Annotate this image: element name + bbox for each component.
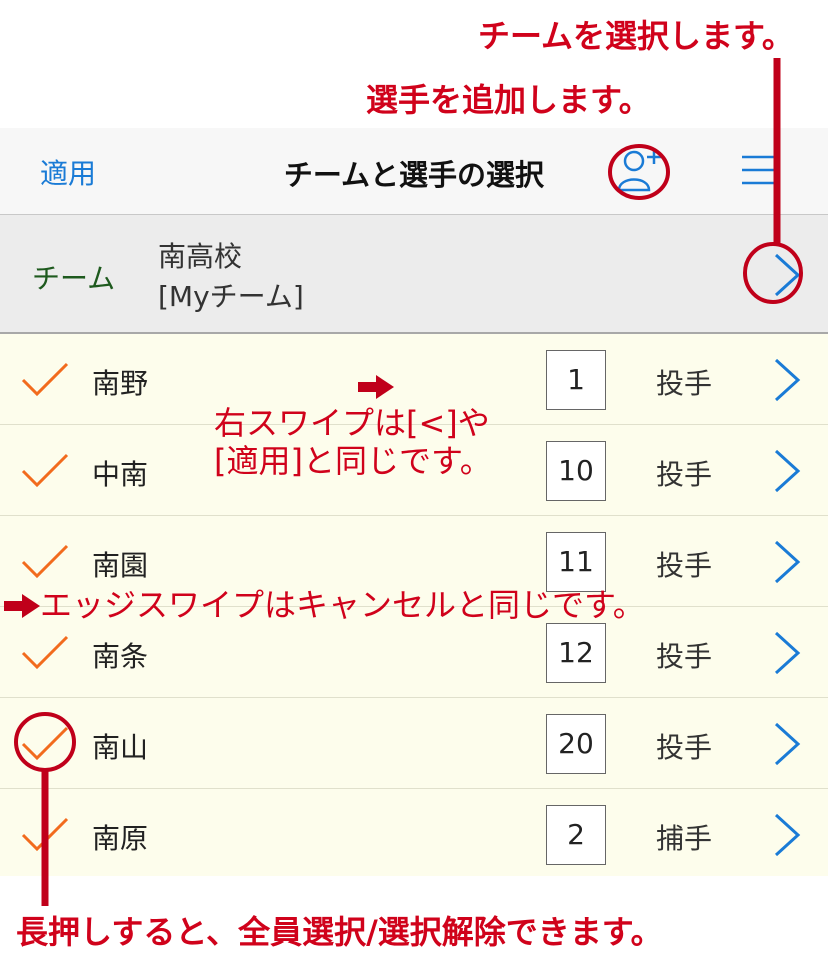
annotation-swipe-right-2: [適用]と同じです。 bbox=[214, 442, 492, 480]
annotation-circle-checkmark bbox=[14, 712, 76, 772]
annotation-arrow-swipe bbox=[358, 375, 394, 399]
annotation-overlay bbox=[4, 58, 803, 906]
annotation-long-press: 長押しすると、全員選択/選択解除できます。 bbox=[16, 913, 663, 951]
annotation-arrow-edge bbox=[4, 594, 40, 618]
annotation-circle-add-player bbox=[608, 144, 670, 200]
annotation-circle-team-chevron bbox=[743, 242, 803, 304]
annotation-swipe-right: 右スワイプは[<]や bbox=[214, 404, 490, 442]
annotation-edge-swipe: エッジスワイプはキャンセルと同じです。 bbox=[40, 586, 645, 624]
